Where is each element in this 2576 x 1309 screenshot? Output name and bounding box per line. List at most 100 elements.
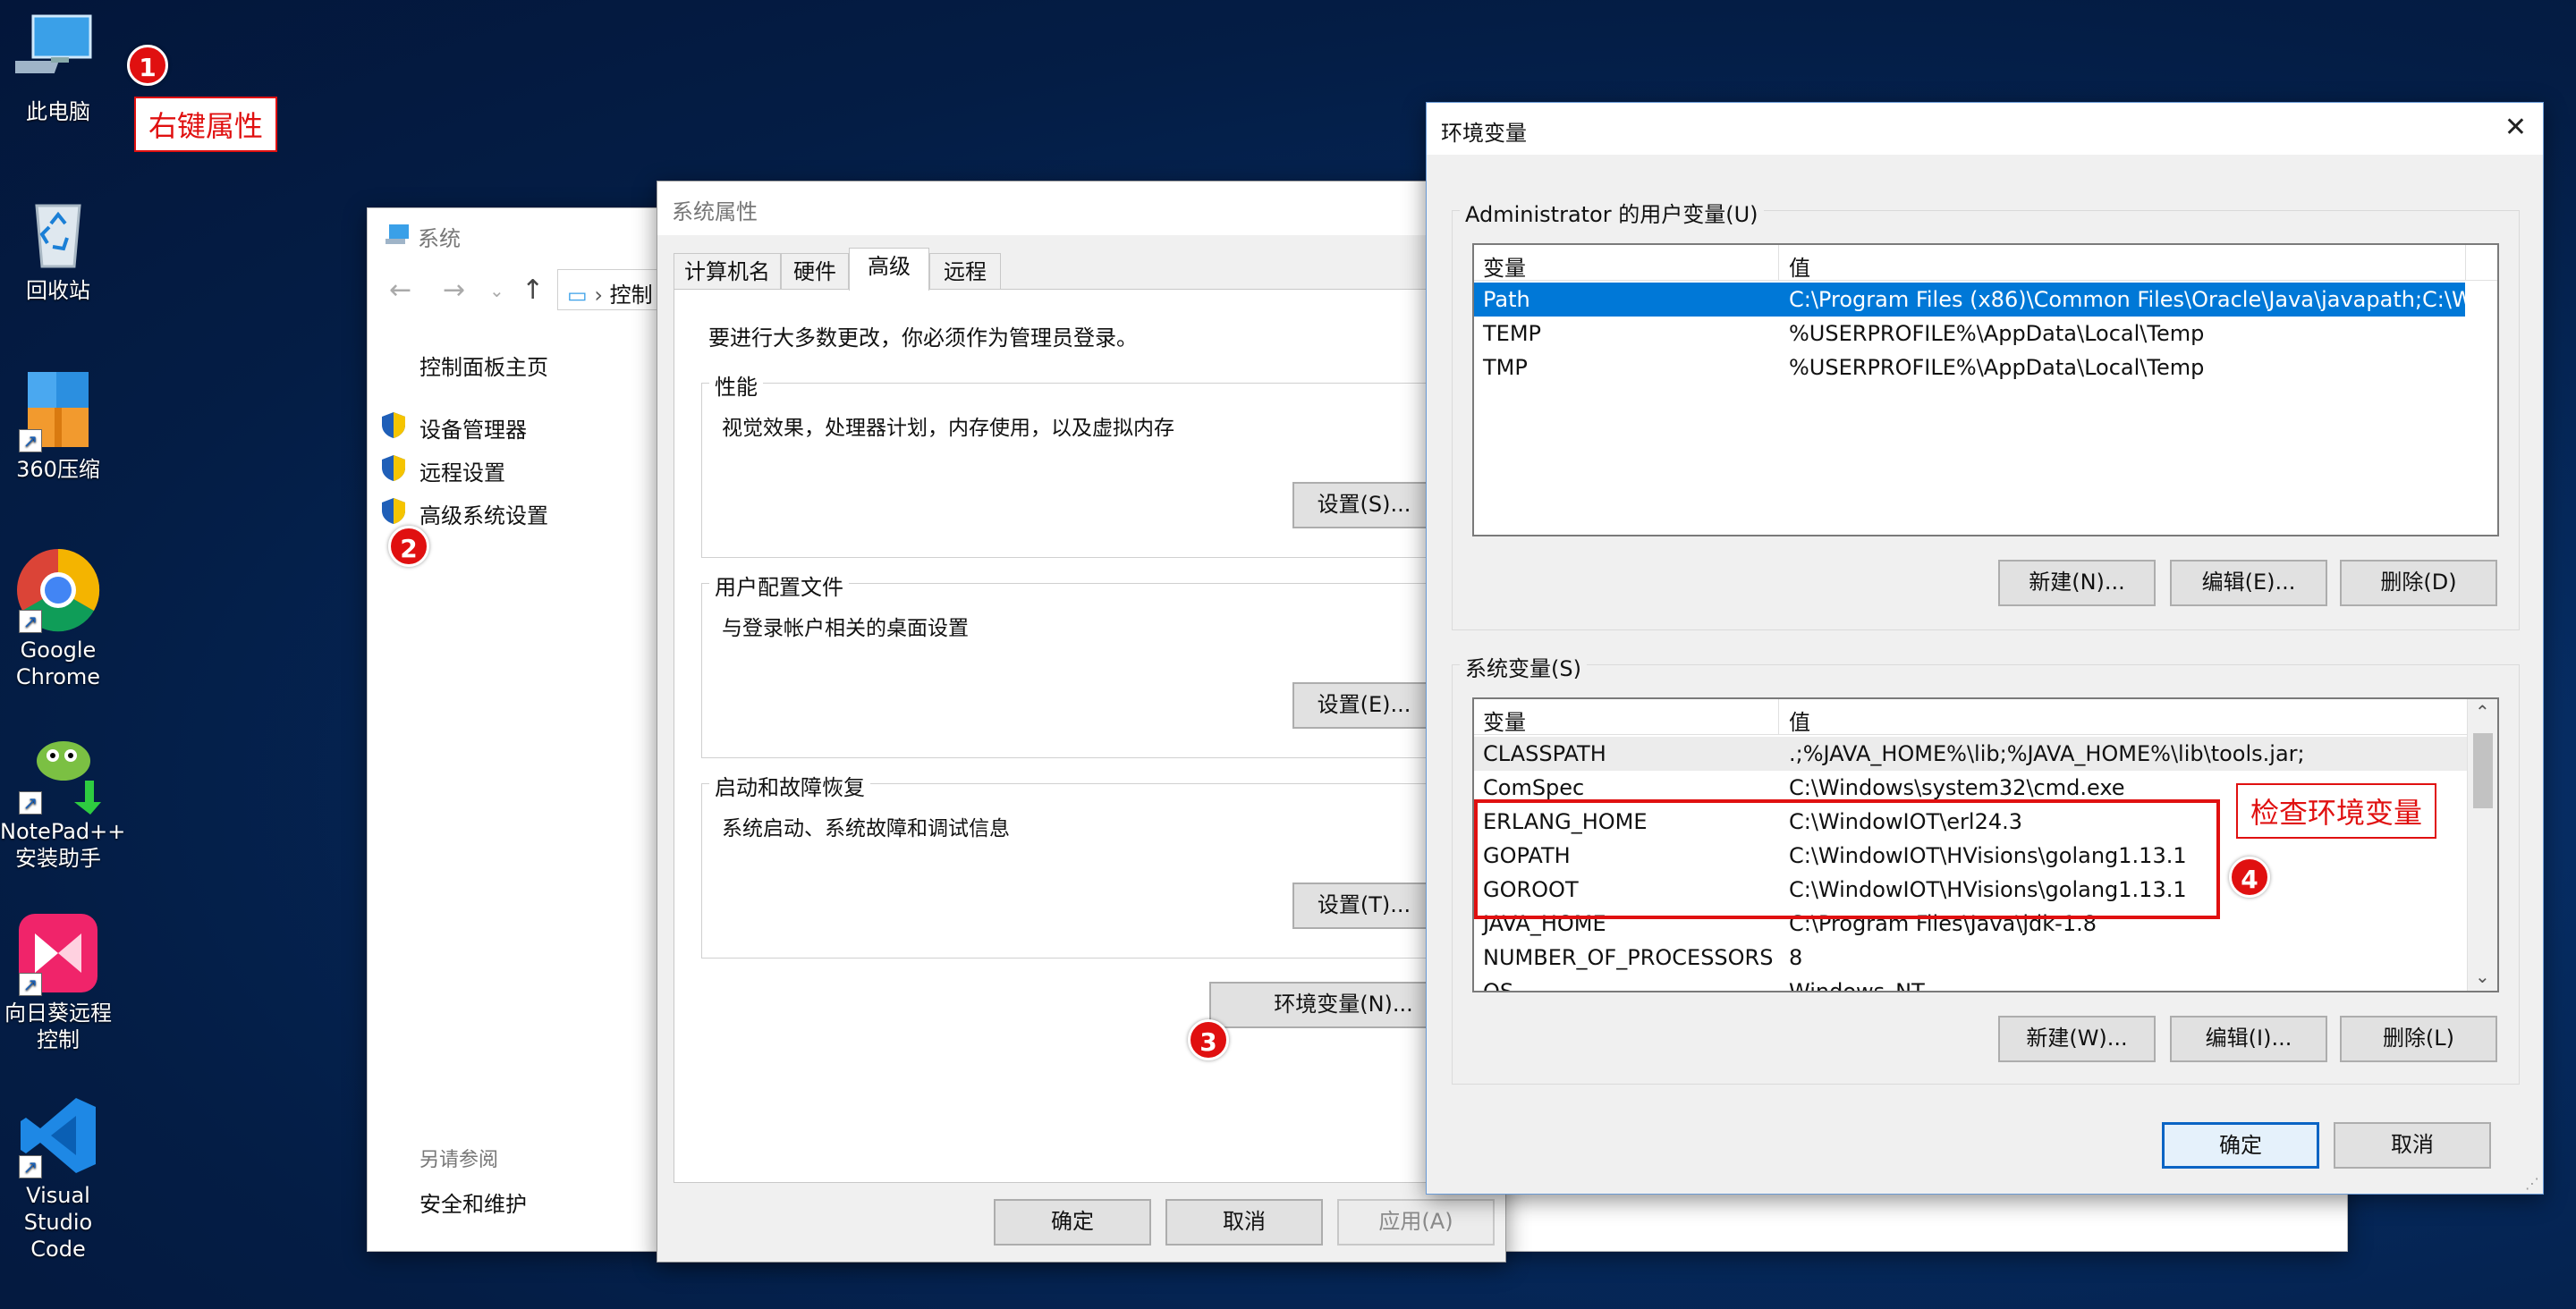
sysprops-ok-button[interactable]: 确定: [994, 1199, 1151, 1246]
desktop-icon-label: Google Chrome: [15, 638, 101, 689]
scroll-up-icon[interactable]: ⌃: [2475, 701, 2490, 722]
tab-strip: 计算机名 硬件 高级 远程: [674, 248, 1496, 292]
shortcut-arrow-icon: ↗: [19, 973, 42, 996]
control-panel-home-link[interactable]: 控制面板主页: [419, 350, 548, 381]
performance-group: 性能 视觉效果，处理器计划，内存使用，以及虚拟内存 设置(S)...: [701, 369, 1488, 558]
sysprops-apply-button[interactable]: 应用(A): [1337, 1199, 1495, 1246]
performance-settings-button[interactable]: 设置(S)...: [1292, 482, 1436, 528]
user-new-button[interactable]: 新建(N)...: [1998, 560, 2156, 606]
desktop-icon-label: 向日葵远程控制: [4, 1001, 112, 1052]
col-variable-header[interactable]: 变量: [1483, 705, 1526, 736]
remote-settings-link[interactable]: 远程设置: [419, 455, 505, 486]
user-delete-button[interactable]: 删除(D): [2340, 560, 2497, 606]
admin-note: 要进行大多数更改，你必须作为管理员登录。: [708, 325, 1138, 350]
scroll-thumb[interactable]: [2473, 733, 2493, 808]
desktop-icon-label: Visual Studio Code: [23, 1183, 93, 1262]
tab-remote[interactable]: 远程: [929, 253, 1001, 291]
table-row[interactable]: TEMP %USERPROFILE%\AppData\Local\Temp: [1474, 317, 2465, 350]
startup-recovery-settings-button[interactable]: 设置(T)...: [1292, 883, 1436, 929]
shortcut-arrow-icon: ↗: [19, 610, 42, 633]
user-variables-group: Administrator 的用户变量(U) 变量 值 Path C:\Prog…: [1452, 197, 2520, 630]
desktop-icon-vscode[interactable]: ↗ Visual Studio Code: [0, 1093, 116, 1263]
device-manager-link[interactable]: 设备管理器: [419, 412, 527, 443]
table-row[interactable]: NUMBER_OF_PROCESSORS 8: [1474, 941, 2469, 975]
system-properties-dialog: 系统属性 计算机名 硬件 高级 远程 要进行大多数更改，你必须作为管理员登录。 …: [657, 181, 1506, 1263]
shortcut-arrow-icon: ↗: [19, 1155, 42, 1178]
startup-recovery-desc: 系统启动、系统故障和调试信息: [722, 817, 1010, 840]
advanced-tab-panel: 要进行大多数更改，你必须作为管理员登录。 性能 视觉效果，处理器计划，内存使用，…: [674, 289, 1496, 1183]
highlight-box-env-vars: [1474, 799, 2220, 919]
desktop-icon-label: 回收站: [26, 278, 90, 303]
system-delete-button[interactable]: 删除(L): [2340, 1016, 2497, 1062]
step-badge-3: 3: [1188, 1019, 1229, 1060]
envvars-title: 环境变量: [1441, 121, 1527, 146]
security-maintenance-link[interactable]: 安全和维护: [419, 1187, 527, 1218]
close-icon[interactable]: ✕: [2504, 112, 2527, 143]
up-arrow-icon[interactable]: ↑: [521, 274, 544, 306]
col-value-header[interactable]: 值: [1789, 250, 1810, 282]
sunlogin-icon: ↗: [15, 910, 101, 996]
table-row[interactable]: Path C:\Program Files (x86)\Common Files…: [1474, 283, 2465, 317]
advanced-system-settings-link[interactable]: 高级系统设置: [419, 498, 548, 529]
computer-small-icon: ▭: [567, 283, 588, 308]
step-badge-1: 1: [127, 45, 168, 86]
recycle-bin-icon: [15, 188, 101, 274]
col-value-header[interactable]: 值: [1789, 705, 1810, 736]
user-edit-button[interactable]: 编辑(E)...: [2170, 560, 2327, 606]
user-profiles-group: 用户配置文件 与登录帐户相关的桌面设置 设置(E)...: [701, 570, 1488, 758]
system-new-button[interactable]: 新建(W)...: [1998, 1016, 2156, 1062]
shield-icon: [380, 496, 407, 525]
annotation-check-env-vars: 检查环境变量: [2236, 783, 2437, 839]
envvars-cancel-button[interactable]: 取消: [2334, 1122, 2491, 1169]
table-row[interactable]: TMP %USERPROFILE%\AppData\Local\Temp: [1474, 350, 2465, 384]
desktop-icon-notepadpp[interactable]: ↗ NotePad++ 安装助手: [0, 729, 125, 872]
vscode-icon: ↗: [15, 1093, 101, 1178]
desktop-icon-this-pc[interactable]: 此电脑: [0, 9, 116, 125]
address-bar[interactable]: ▭ › 控制: [557, 269, 665, 310]
system-variables-title: 系统变量(S): [1460, 651, 1587, 682]
startup-recovery-title: 启动和故障恢复: [709, 770, 870, 801]
back-arrow-icon[interactable]: ←: [389, 274, 411, 306]
recent-dropdown-icon[interactable]: ⌄: [489, 280, 504, 301]
tab-hardware[interactable]: 硬件: [781, 253, 849, 291]
system-window-icon: [384, 223, 411, 248]
desktop-icon-recycle-bin[interactable]: 回收站: [0, 188, 116, 304]
sysprops-titlebar: 系统属性: [657, 182, 1505, 235]
user-profiles-desc: 与登录帐户相关的桌面设置: [722, 617, 969, 640]
col-variable-header[interactable]: 变量: [1483, 250, 1526, 282]
tab-advanced[interactable]: 高级: [849, 248, 929, 291]
notepadpp-icon: ↗: [15, 729, 101, 815]
step-badge-2: 2: [388, 526, 429, 567]
environment-variables-dialog: 环境变量 ✕ Administrator 的用户变量(U) 变量 值 Path …: [1426, 102, 2544, 1195]
performance-desc: 视觉效果，处理器计划，内存使用，以及虚拟内存: [722, 417, 1174, 440]
envvars-titlebar: 环境变量: [1427, 103, 2543, 155]
resize-grip-icon[interactable]: ⋰: [2525, 1175, 2539, 1192]
table-row[interactable]: CLASSPATH .;%JAVA_HOME%\lib;%JAVA_HOME%\…: [1474, 737, 2469, 771]
desktop-icon-chrome[interactable]: ↗ Google Chrome: [0, 547, 116, 690]
desktop-icon-sunlogin[interactable]: ↗ 向日葵远程控制: [0, 910, 116, 1053]
annotation-right-click-properties: 右键属性: [134, 97, 278, 152]
envvars-ok-button[interactable]: 确定: [2162, 1122, 2319, 1169]
user-profiles-title: 用户配置文件: [709, 570, 849, 601]
table-row[interactable]: OS Windows_NT: [1474, 975, 2469, 991]
performance-title: 性能: [709, 369, 763, 401]
shortcut-arrow-icon: ↗: [19, 791, 42, 815]
shield-icon: [380, 410, 407, 439]
forward-arrow-icon[interactable]: →: [443, 274, 465, 306]
user-table-header: 变量 值: [1474, 245, 2497, 281]
user-variables-table[interactable]: 变量 值 Path C:\Program Files (x86)\Common …: [1472, 243, 2499, 536]
desktop-icon-label: 360压缩: [16, 457, 100, 482]
address-text: 控制: [609, 283, 653, 308]
computer-icon: [0, 9, 101, 95]
sysprops-title: 系统属性: [672, 199, 758, 224]
sysprops-cancel-button[interactable]: 取消: [1165, 1199, 1323, 1246]
see-also-title: 另请参阅: [419, 1149, 499, 1171]
system-edit-button[interactable]: 编辑(I)...: [2170, 1016, 2327, 1062]
desktop-icon-360zip[interactable]: ↗ 360压缩: [0, 367, 116, 483]
system-table-scrollbar[interactable]: ⌃ ⌄: [2467, 699, 2497, 991]
step-badge-4: 4: [2229, 857, 2270, 898]
tab-computer-name[interactable]: 计算机名: [674, 253, 781, 291]
user-profiles-settings-button[interactable]: 设置(E)...: [1292, 682, 1436, 729]
chrome-icon: ↗: [15, 547, 101, 633]
scroll-down-icon[interactable]: ⌄: [2475, 966, 2490, 987]
